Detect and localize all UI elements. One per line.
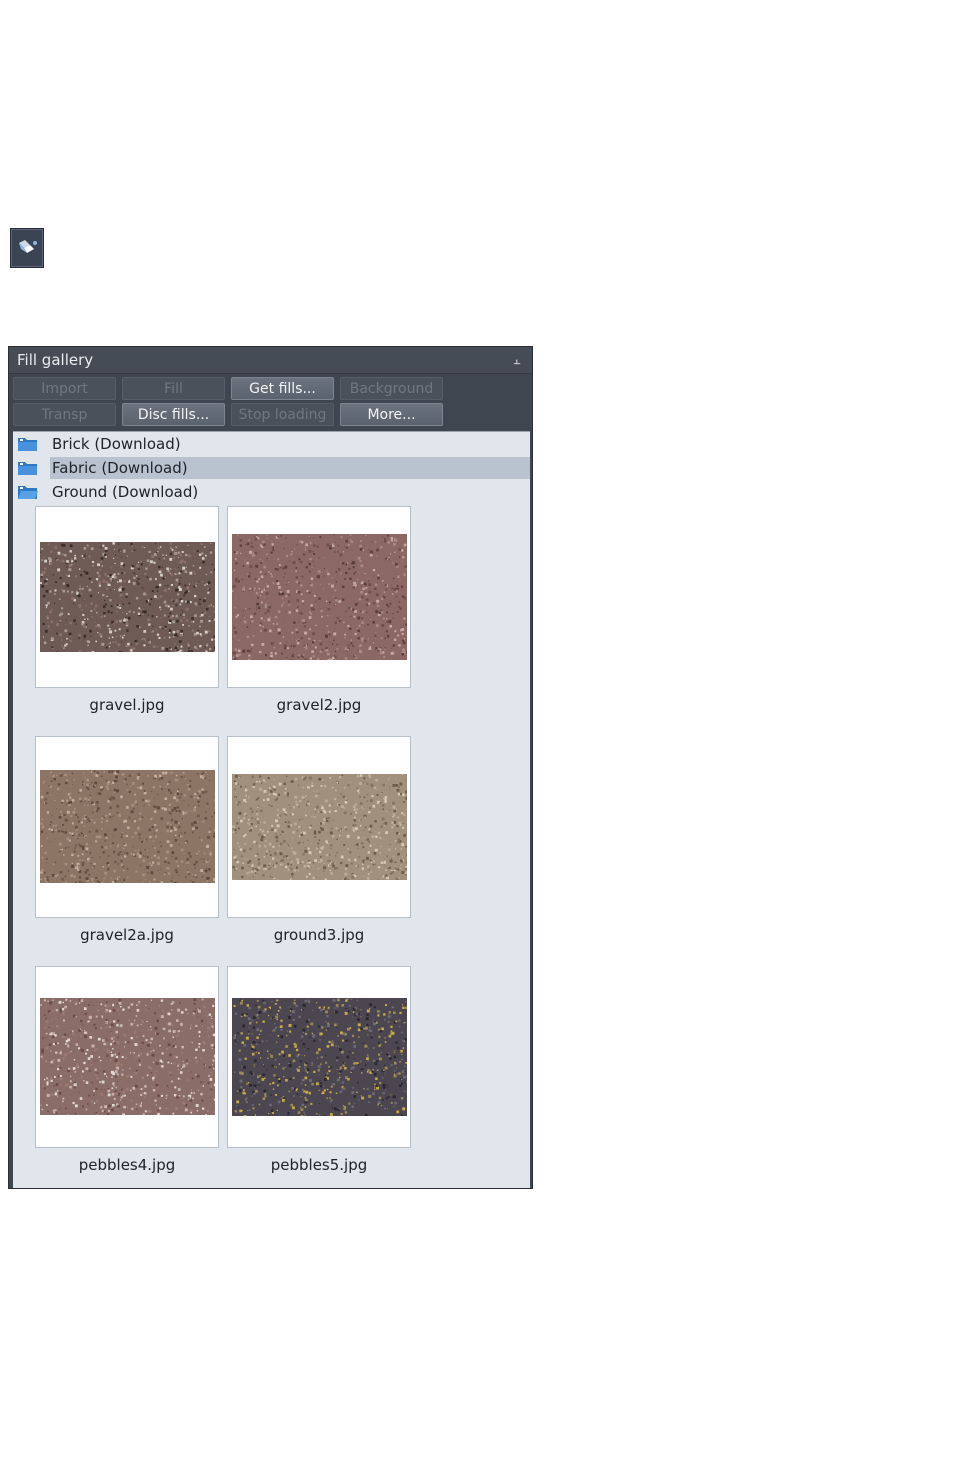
stop-loading-button[interactable]: Stop loading: [231, 403, 334, 426]
thumbnail-caption: gravel2.jpg: [276, 696, 362, 714]
thumbnail-frame: [227, 966, 411, 1148]
folder-label: Brick (Download): [52, 435, 181, 453]
panel-titlebar: Fill gallery ⫠: [9, 347, 532, 374]
more-button[interactable]: More...: [340, 403, 443, 426]
folder-open-icon: [18, 486, 38, 499]
gallery-item[interactable]: gravel.jpg: [35, 506, 219, 714]
thumbnail-frame: [35, 736, 219, 918]
button-row-1: Import Fill Get fills... Background: [13, 377, 532, 403]
thumbnail-caption: gravel.jpg: [89, 696, 165, 714]
texture-thumbnail: [40, 542, 215, 652]
thumbnail-caption: pebbles4.jpg: [78, 1156, 176, 1174]
folder-closed-icon: [18, 438, 37, 451]
texture-thumbnail: [40, 770, 215, 883]
gallery-item[interactable]: pebbles5.jpg: [227, 966, 411, 1174]
gallery-item[interactable]: gravel2a.jpg: [35, 736, 219, 944]
texture-thumbnail: [232, 774, 407, 880]
texture-thumbnail: [232, 998, 407, 1116]
thumbnail-frame: [227, 736, 411, 918]
pin-icon[interactable]: ⫠: [510, 353, 524, 368]
folder-closed-icon: [18, 462, 37, 475]
gallery-content: Brick (Download) Fabric (Download) Ground …: [13, 431, 530, 1188]
gallery-item[interactable]: pebbles4.jpg: [35, 966, 219, 1174]
disc-fills-button[interactable]: Disc fills...: [122, 403, 225, 426]
folder-label: Fabric (Download): [50, 457, 530, 479]
panel-title: Fill gallery: [17, 351, 94, 369]
fill-button[interactable]: Fill: [122, 377, 225, 400]
folder-label: Ground (Download): [52, 483, 199, 501]
thumbnail-frame: [35, 506, 219, 688]
fill-tool-icon[interactable]: [10, 228, 44, 268]
get-fills-button[interactable]: Get fills...: [231, 377, 334, 400]
gallery-item[interactable]: gravel2.jpg: [227, 506, 411, 714]
folder-item-ground-download[interactable]: Ground (Download): [13, 480, 530, 504]
import-button[interactable]: Import: [13, 377, 116, 400]
background-button[interactable]: Background: [340, 377, 443, 400]
texture-thumbnail: [232, 534, 407, 660]
folder-item-brick-download[interactable]: Brick (Download): [13, 432, 530, 456]
thumbnail-frame: [227, 506, 411, 688]
folder-item-fabric-download[interactable]: Fabric (Download): [13, 456, 530, 480]
transp-button[interactable]: Transp: [13, 403, 116, 426]
texture-thumbnail: [40, 998, 215, 1115]
thumbnail-caption: pebbles5.jpg: [270, 1156, 368, 1174]
thumbnail-frame: [35, 966, 219, 1148]
button-row-2: Transp Disc fills... Stop loading More...: [13, 403, 532, 429]
gallery-item[interactable]: ground3.jpg: [227, 736, 411, 944]
fill-gallery-panel: Fill gallery ⫠ Import Fill Get fills... Bac…: [8, 346, 533, 1189]
thumbnail-caption: ground3.jpg: [273, 926, 365, 944]
thumbnail-caption: gravel2a.jpg: [80, 926, 174, 944]
